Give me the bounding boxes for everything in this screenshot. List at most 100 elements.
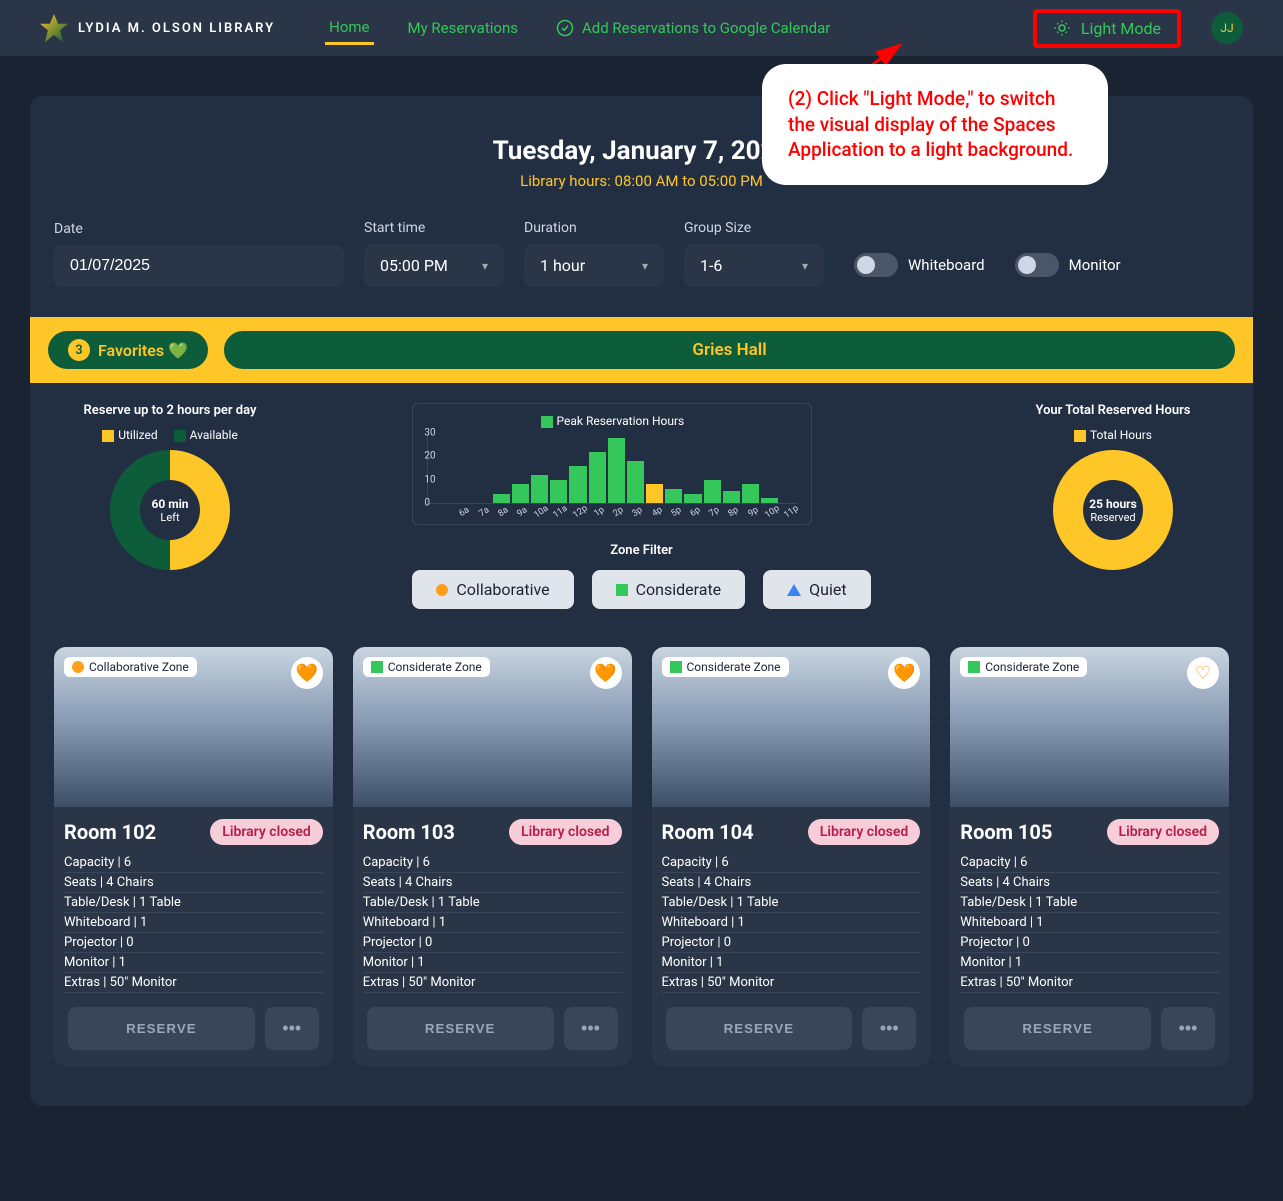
more-options-button[interactable]: ••• xyxy=(564,1007,618,1050)
more-options-button[interactable]: ••• xyxy=(862,1007,916,1050)
duration-value: 1 hour xyxy=(540,256,585,275)
nav-my-reservations[interactable]: My Reservations xyxy=(404,13,522,43)
peak-bar xyxy=(742,484,759,503)
zone-filter-collaborative[interactable]: Collaborative xyxy=(412,570,573,609)
room-card: Collaborative Zone 🧡 Room 102 Library close… xyxy=(54,647,333,1066)
whiteboard-toggle[interactable] xyxy=(854,253,898,277)
room-photo: Considerate Zone 🧡 xyxy=(652,647,931,807)
zone-tag: Considerate Zone xyxy=(662,657,789,677)
chevron-down-icon: ▾ xyxy=(802,259,808,273)
peak-bar xyxy=(512,484,529,503)
legend-utilized: Utilized xyxy=(118,428,157,442)
date-input[interactable] xyxy=(54,245,344,287)
room-name: Room 102 xyxy=(64,820,156,844)
group-size-value: 1-6 xyxy=(700,256,722,275)
legend-available: Available xyxy=(190,428,238,442)
room-status-badge: Library closed xyxy=(210,819,322,845)
app-header: LYDIA M. OLSON LIBRARY Home My Reservati… xyxy=(0,0,1283,56)
group-size-label: Group Size xyxy=(684,220,824,236)
room-card: Considerate Zone🧡Room 104Library closedC… xyxy=(652,647,931,1066)
peak-bar xyxy=(608,438,625,503)
check-circle-icon xyxy=(556,19,574,37)
favorite-button[interactable]: 🧡 xyxy=(291,657,323,689)
main-panel: Tuesday, January 7, 2025 Library hours: … xyxy=(30,96,1253,1106)
favorites-label: Favorites 💚 xyxy=(98,341,188,360)
peak-bar xyxy=(723,491,740,503)
reserve-button[interactable]: RESERVE xyxy=(367,1007,554,1050)
duration-label: Duration xyxy=(524,220,664,236)
total-hours-donut: 25 hoursReserved xyxy=(1053,450,1173,570)
daily-limit-title: Reserve up to 2 hours per day xyxy=(60,403,280,418)
zone-filter-quiet[interactable]: Quiet xyxy=(763,570,870,609)
start-time-select[interactable]: 05:00 PM ▾ xyxy=(364,244,504,287)
circle-icon xyxy=(72,661,84,673)
favorite-button[interactable]: 🧡 xyxy=(590,657,622,689)
room-photo: Considerate Zone ♡ xyxy=(950,647,1229,807)
peak-bar xyxy=(589,452,606,503)
building-tab[interactable]: Gries Hall xyxy=(224,331,1235,369)
square-icon xyxy=(968,661,980,673)
duration-select[interactable]: 1 hour ▾ xyxy=(524,244,664,287)
room-photo: Collaborative Zone 🧡 xyxy=(54,647,333,807)
zone-tag: Considerate Zone xyxy=(363,657,490,677)
building-strip: 3 Favorites 💚 Gries Hall xyxy=(30,317,1253,383)
room-specs: Capacity | 6Seats | 4 ChairsTable/Desk |… xyxy=(950,853,1229,1007)
reserve-button[interactable]: RESERVE xyxy=(964,1007,1151,1050)
annotation-callout: (2) Click "Light Mode," to switch the vi… xyxy=(770,72,1100,177)
light-mode-button[interactable]: Light Mode xyxy=(1033,9,1181,48)
room-status-badge: Library closed xyxy=(1107,819,1219,845)
zone-filter-title: Zone Filter xyxy=(412,543,870,558)
brand-logo[interactable]: LYDIA M. OLSON LIBRARY xyxy=(40,14,275,42)
favorite-button[interactable]: 🧡 xyxy=(888,657,920,689)
sun-icon xyxy=(1053,19,1071,37)
nav-add-to-calendar[interactable]: Add Reservations to Google Calendar xyxy=(552,13,834,43)
peak-bar xyxy=(550,480,567,503)
donut-reserved-label: Reserved xyxy=(1090,511,1135,524)
reserve-button[interactable]: RESERVE xyxy=(68,1007,255,1050)
room-card: Considerate Zone ♡ Room 105 Library closed C… xyxy=(950,647,1229,1066)
start-time-value: 05:00 PM xyxy=(380,256,448,275)
triangle-icon xyxy=(787,584,801,596)
donut-total-hours: 25 hours xyxy=(1089,497,1137,511)
zone-tag: Considerate Zone xyxy=(960,657,1087,677)
room-name: Room 105 xyxy=(960,820,1052,844)
peak-bar xyxy=(665,489,682,503)
room-specs: Capacity | 6Seats | 4 ChairsTable/Desk |… xyxy=(652,853,931,1007)
group-size-select[interactable]: 1-6 ▾ xyxy=(684,244,824,287)
square-icon xyxy=(371,661,383,673)
room-card: Considerate Zone🧡Room 103Library closedC… xyxy=(353,647,632,1066)
favorite-button[interactable]: ♡ xyxy=(1187,657,1219,689)
start-time-label: Start time xyxy=(364,220,504,236)
chevron-down-icon: ▾ xyxy=(642,259,648,273)
peak-bar xyxy=(646,484,663,503)
total-hours-title: Your Total Reserved Hours xyxy=(1003,403,1223,418)
zone-tag: Collaborative Zone xyxy=(64,657,197,677)
circle-icon xyxy=(436,584,448,596)
user-avatar[interactable]: JJ xyxy=(1211,12,1243,44)
room-name: Room 104 xyxy=(662,820,754,844)
whiteboard-toggle-label: Whiteboard xyxy=(908,256,985,274)
more-options-button[interactable]: ••• xyxy=(1161,1007,1215,1050)
favorites-pill[interactable]: 3 Favorites 💚 xyxy=(48,331,208,369)
more-options-button[interactable]: ••• xyxy=(265,1007,319,1050)
monitor-toggle[interactable] xyxy=(1015,253,1059,277)
search-controls: Date Start time 05:00 PM ▾ Duration 1 ho… xyxy=(30,220,1253,317)
daily-usage-donut: 60 minLeft xyxy=(110,450,230,570)
peak-bar xyxy=(704,480,721,503)
donut-left-label: Left xyxy=(160,511,179,524)
reserve-button[interactable]: RESERVE xyxy=(666,1007,853,1050)
legend-total-hours: Total Hours xyxy=(1090,428,1152,442)
square-icon xyxy=(670,661,682,673)
square-icon xyxy=(616,584,628,596)
room-photo: Considerate Zone 🧡 xyxy=(353,647,632,807)
room-specs: Capacity | 6Seats | 4 ChairsTable/Desk |… xyxy=(54,853,333,1007)
room-specs: Capacity | 6Seats | 4 ChairsTable/Desk |… xyxy=(353,853,632,1007)
peak-bar xyxy=(569,466,586,503)
peak-bar xyxy=(493,494,510,503)
compass-icon xyxy=(40,14,68,42)
light-mode-label: Light Mode xyxy=(1081,19,1161,38)
donut-min-left: 60 min xyxy=(151,497,188,511)
nav-home[interactable]: Home xyxy=(325,12,373,45)
zone-filter-considerate[interactable]: Considerate xyxy=(592,570,746,609)
peak-chart: Peak Reservation Hours 0102030 6a7a8a9a1… xyxy=(412,403,812,525)
